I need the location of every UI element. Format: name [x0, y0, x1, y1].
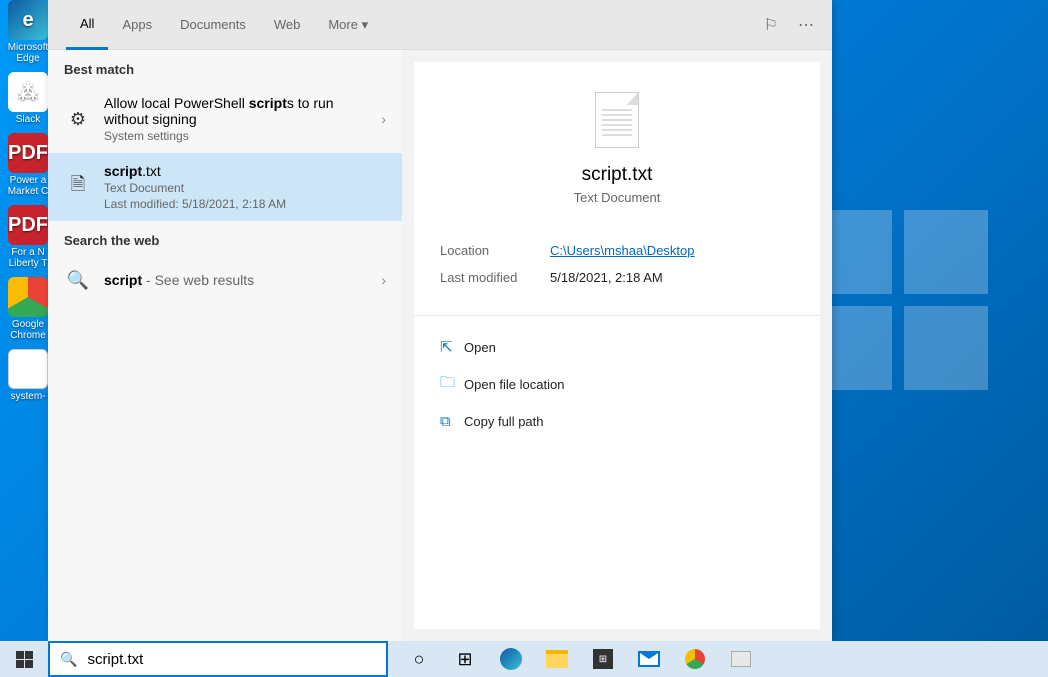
- section-best-match: Best match: [48, 50, 402, 85]
- tab-documents[interactable]: Documents: [166, 0, 260, 50]
- file-thumbnail-icon: [595, 92, 639, 148]
- desktop-icon-pdf1[interactable]: PDFPower a Market C: [6, 133, 50, 197]
- taskbar-chrome[interactable]: [672, 641, 718, 677]
- chevron-right-icon: ›: [381, 272, 386, 288]
- copy-icon: ⧉: [440, 413, 464, 430]
- action-copy-path[interactable]: ⧉Copy full path: [440, 405, 794, 438]
- chevron-right-icon: ›: [381, 111, 386, 127]
- taskbar-search-box[interactable]: 🔍: [48, 641, 388, 677]
- results-list: Best match ⚙ Allow local PowerShell scri…: [48, 50, 402, 641]
- taskbar: 🔍 ○ ⊞ ⊞: [0, 641, 1048, 677]
- search-icon: 🔍: [64, 266, 92, 294]
- result-powershell-setting[interactable]: ⚙ Allow local PowerShell scripts to run …: [48, 85, 402, 153]
- tab-more[interactable]: More ▾: [314, 0, 382, 50]
- folder-icon: 🗀: [440, 372, 464, 397]
- section-search-web: Search the web: [48, 221, 402, 256]
- search-icon: 🔍: [60, 651, 77, 668]
- settings-icon: ⚙: [64, 105, 92, 133]
- taskbar-store[interactable]: ⊞: [580, 641, 626, 677]
- meta-modified-value: 5/18/2021, 2:18 AM: [550, 270, 663, 285]
- preview-pane: script.txt Text Document Location C:\Use…: [402, 50, 832, 641]
- text-file-icon: 🗎: [64, 173, 92, 201]
- windows-logo-decor: [808, 210, 988, 390]
- meta-location-value[interactable]: C:\Users\mshaa\Desktop: [550, 243, 695, 258]
- action-open-location[interactable]: 🗀Open file location: [440, 364, 794, 405]
- taskbar-explorer[interactable]: [534, 641, 580, 677]
- feedback-icon[interactable]: ⚐: [764, 15, 778, 35]
- meta-modified-label: Last modified: [440, 270, 550, 285]
- search-input[interactable]: [87, 651, 376, 668]
- tab-all[interactable]: All: [66, 0, 108, 50]
- start-button[interactable]: [0, 641, 48, 677]
- search-tabs: All Apps Documents Web More ▾ ⚐ ⋯: [48, 0, 832, 50]
- desktop-icon-chrome[interactable]: Google Chrome: [6, 277, 50, 341]
- result-script-txt[interactable]: 🗎 script.txt Text Document Last modified…: [48, 153, 402, 221]
- action-open[interactable]: ⇱Open: [440, 330, 794, 364]
- open-icon: ⇱: [440, 338, 464, 356]
- desktop-icon-system[interactable]: system-: [6, 349, 50, 402]
- desktop-icon-slack[interactable]: ⁂Slack: [6, 72, 50, 125]
- desktop-icons: eMicrosoft Edge ⁂Slack PDFPower a Market…: [6, 0, 50, 410]
- taskbar-edge[interactable]: [488, 641, 534, 677]
- preview-type: Text Document: [414, 190, 820, 205]
- taskbar-cortana[interactable]: ○: [396, 641, 442, 677]
- result-web-search[interactable]: 🔍 script - See web results ›: [48, 256, 402, 304]
- tab-web[interactable]: Web: [260, 0, 315, 50]
- tab-apps[interactable]: Apps: [108, 0, 166, 50]
- meta-location-label: Location: [440, 243, 550, 258]
- desktop-icon-edge[interactable]: eMicrosoft Edge: [6, 0, 50, 64]
- more-options-icon[interactable]: ⋯: [798, 15, 814, 35]
- taskbar-app[interactable]: [718, 641, 764, 677]
- search-panel: All Apps Documents Web More ▾ ⚐ ⋯ Best m…: [48, 0, 832, 641]
- taskbar-taskview[interactable]: ⊞: [442, 641, 488, 677]
- taskbar-mail[interactable]: [626, 641, 672, 677]
- desktop-icon-pdf2[interactable]: PDFFor a N Liberty T: [6, 205, 50, 269]
- preview-title: script.txt: [414, 164, 820, 186]
- windows-icon: [16, 651, 33, 668]
